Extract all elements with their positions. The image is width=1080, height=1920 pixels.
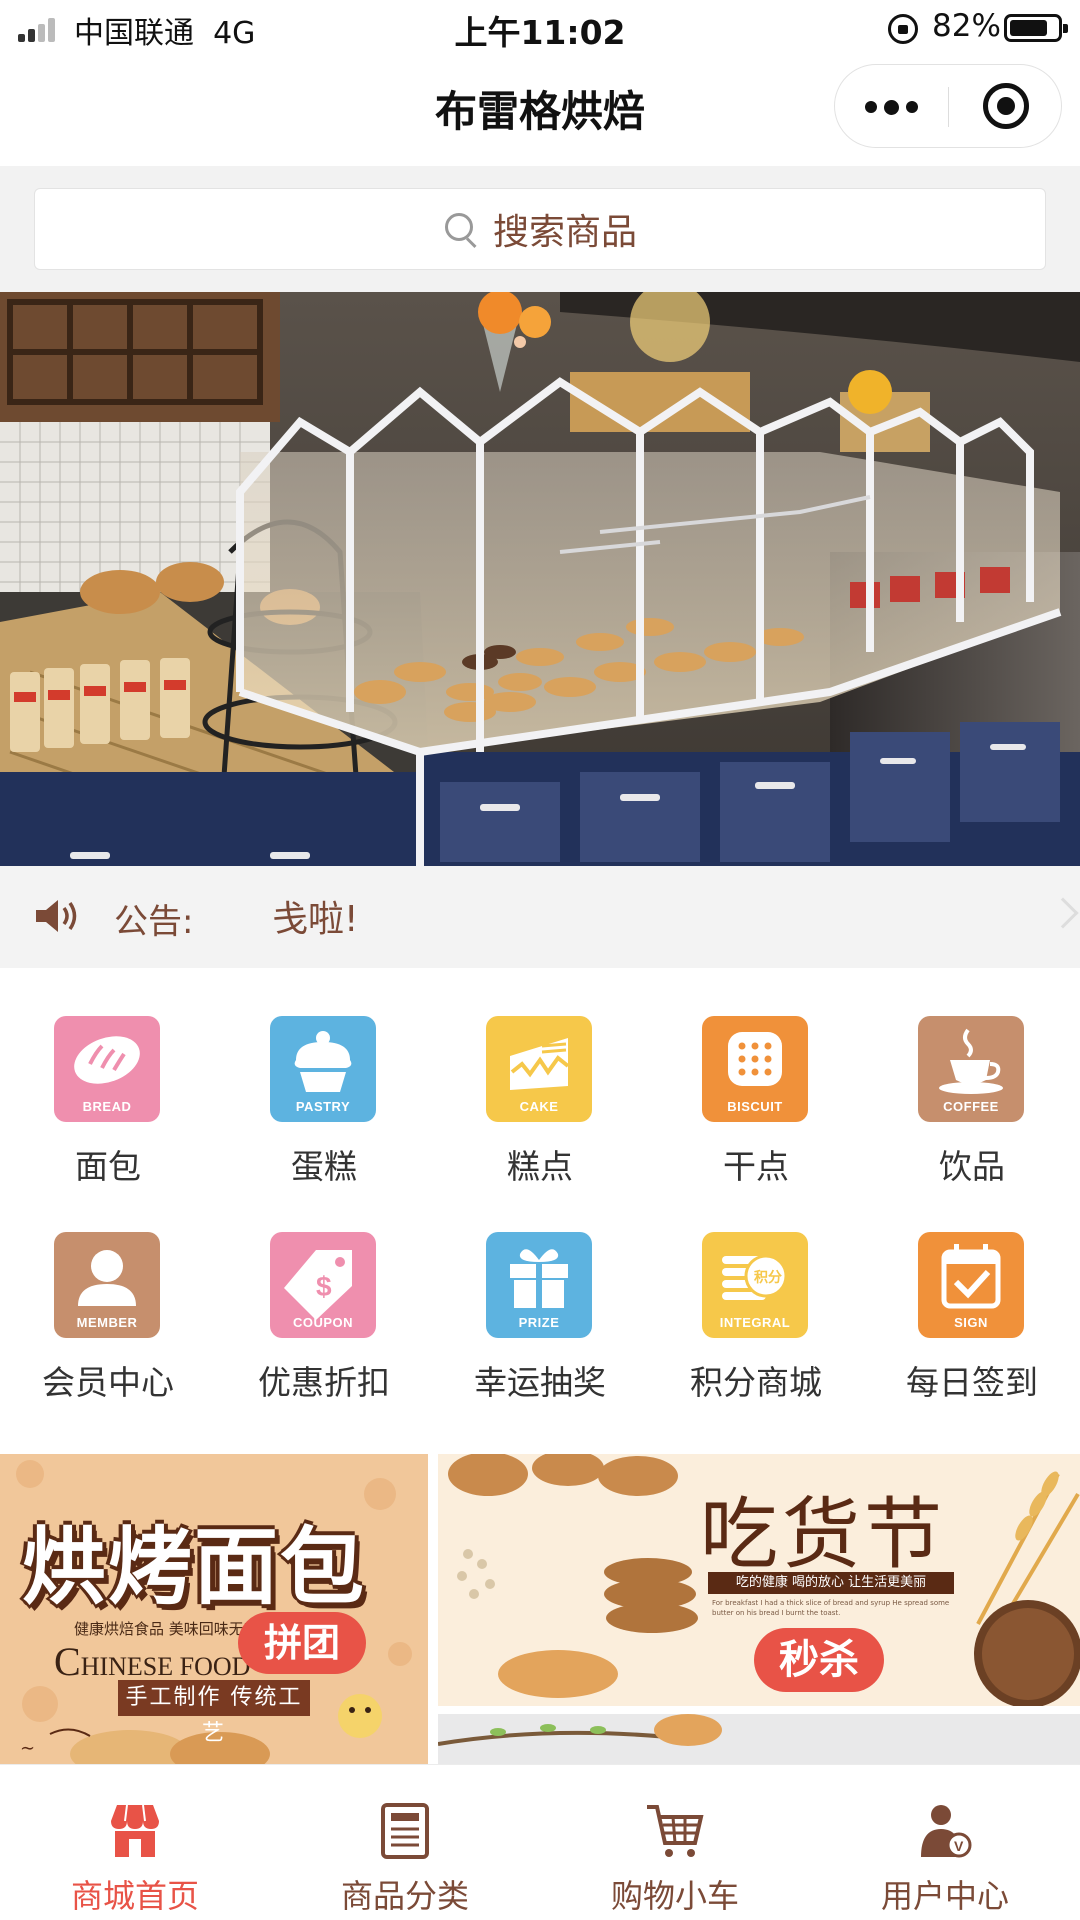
search-area: 搜索商品 bbox=[0, 166, 1080, 292]
dot-icon bbox=[884, 99, 899, 115]
dot-icon bbox=[865, 101, 877, 113]
category-bread[interactable]: BREAD 面包 bbox=[0, 968, 216, 1186]
mini-program-page: 中国联通 4G 上午11:02 82% 布雷格烘焙 搜索商品 公告: 戋啦! B… bbox=[0, 0, 1080, 1920]
category-label: 蛋糕 bbox=[291, 1147, 357, 1186]
category-label: 会员中心 bbox=[42, 1363, 174, 1402]
category-en-label: PASTRY bbox=[295, 1099, 351, 1114]
svg-text:积分: 积分 bbox=[754, 1269, 782, 1286]
bread-icon: BREAD bbox=[54, 1016, 160, 1122]
tab-shopping-cart[interactable]: 购物小车 bbox=[540, 1765, 810, 1920]
tab-user-center[interactable]: V 用户中心 bbox=[810, 1765, 1080, 1920]
dot-icon bbox=[906, 101, 918, 113]
banner-carousel[interactable] bbox=[0, 292, 1080, 866]
status-bar: 中国联通 4G 上午11:02 82% bbox=[0, 0, 1080, 56]
points-coin-icon: 积分 INTEGRAL bbox=[702, 1232, 808, 1338]
speaker-icon bbox=[36, 900, 77, 932]
category-pastry[interactable]: PASTRY 蛋糕 bbox=[216, 968, 432, 1186]
announcement-bar[interactable]: 公告: 戋啦! bbox=[0, 866, 1080, 968]
category-coupon[interactable]: $ COUPON 优惠折扣 bbox=[216, 1184, 432, 1402]
category-en-label: COUPON bbox=[292, 1315, 354, 1330]
category-en-label: BREAD bbox=[82, 1099, 132, 1114]
search-input[interactable]: 搜索商品 bbox=[34, 188, 1046, 270]
category-en-label: BISCUIT bbox=[727, 1099, 783, 1114]
tab-categories[interactable]: 商品分类 bbox=[270, 1765, 540, 1920]
category-en-label: COFFEE bbox=[943, 1099, 999, 1114]
category-label: 每日签到 bbox=[906, 1363, 1038, 1402]
category-label: 糕点 bbox=[507, 1147, 573, 1186]
flash-sale-badge: 秒杀 bbox=[754, 1628, 884, 1692]
category-coffee[interactable]: COFFEE 饮品 bbox=[864, 968, 1080, 1186]
list-icon bbox=[381, 1803, 429, 1859]
promo-baked-bread-group-buy[interactable]: ∼ 烘烤面包 健康烘焙食品 美味回味无穷 CHINESE FOOD 拼团 手工制… bbox=[0, 1454, 428, 1764]
search-icon bbox=[443, 211, 479, 247]
promo-left-title: 烘烤面包 bbox=[22, 1517, 367, 1616]
tab-label: 商城首页 bbox=[70, 1877, 199, 1915]
promo-banner-third[interactable] bbox=[438, 1714, 1080, 1764]
chevron-right-icon bbox=[1047, 897, 1079, 929]
announcement-text: 戋啦! bbox=[272, 899, 359, 940]
bottom-tab-bar: 商城首页 商品分类 购物小车 V 用户中心 bbox=[0, 1764, 1080, 1920]
coupon-tag-icon: $ COUPON bbox=[270, 1232, 376, 1338]
more-options-button[interactable] bbox=[835, 65, 948, 149]
store-icon bbox=[111, 1804, 159, 1857]
promotion-section: ∼ 烘烤面包 健康烘焙食品 美味回味无穷 CHINESE FOOD 拼团 手工制… bbox=[0, 1450, 1080, 1764]
category-en-label: CAKE bbox=[519, 1099, 559, 1114]
promo-left-tagline: 健康烘焙食品 美味回味无穷 bbox=[74, 1620, 259, 1638]
category-en-label: SIGN bbox=[954, 1315, 988, 1330]
user-icon: V bbox=[921, 1805, 972, 1858]
category-member[interactable]: MEMBER 会员中心 bbox=[0, 1184, 216, 1402]
svg-text:V: V bbox=[954, 1838, 964, 1854]
category-label: 优惠折扣 bbox=[258, 1363, 390, 1402]
bakery-display-photo bbox=[0, 292, 1080, 866]
member-icon: MEMBER bbox=[54, 1232, 160, 1338]
category-en-label: MEMBER bbox=[76, 1315, 138, 1330]
tab-label: 购物小车 bbox=[610, 1877, 739, 1915]
biscuit-icon: BISCUIT bbox=[702, 1016, 808, 1122]
navigation-bar: 布雷格烘焙 bbox=[0, 56, 1080, 166]
cupcake-icon: PASTRY bbox=[270, 1016, 376, 1122]
clock: 上午11:02 bbox=[454, 13, 626, 52]
cake-slice-icon: CAKE bbox=[486, 1016, 592, 1122]
category-en-label: INTEGRAL bbox=[719, 1315, 791, 1330]
battery-percent: 82% bbox=[932, 8, 1001, 44]
promo-left-english: CHINESE FOOD bbox=[54, 1639, 251, 1684]
promo-foodie-festival-flash-sale[interactable]: 吃货节 吃的健康 喝的放心 让生活更美丽 For breakfast I had… bbox=[438, 1454, 1080, 1706]
promo-left-ribbon: 手工制作 传统工艺 bbox=[118, 1680, 310, 1746]
tab-label: 商品分类 bbox=[340, 1877, 469, 1915]
promo-right-description: For breakfast I had a thick slice of bre… bbox=[712, 1599, 950, 1617]
category-integral[interactable]: 积分 INTEGRAL 积分商城 bbox=[648, 1184, 864, 1402]
announcement-label: 公告: bbox=[114, 902, 194, 942]
search-placeholder: 搜索商品 bbox=[492, 212, 637, 253]
svg-text:$: $ bbox=[316, 1271, 332, 1302]
coffee-icon: COFFEE bbox=[918, 1016, 1024, 1122]
cart-icon bbox=[647, 1805, 704, 1857]
category-biscuit[interactable]: BISCUIT 干点 bbox=[648, 968, 864, 1186]
promo-right-subtitle: 吃的健康 喝的放心 让生活更美丽 bbox=[708, 1572, 954, 1594]
category-grid: BREAD 面包 PASTRY 蛋糕 CAKE 糕点 BISCUIT 干点 CO… bbox=[0, 968, 1080, 1450]
category-label: 积分商城 bbox=[690, 1363, 822, 1402]
category-prize[interactable]: PRIZE 幸运抽奖 bbox=[432, 1184, 648, 1402]
tab-store-home[interactable]: 商城首页 bbox=[0, 1765, 270, 1920]
capsule-divider bbox=[948, 87, 949, 127]
category-sign[interactable]: SIGN 每日签到 bbox=[864, 1184, 1080, 1402]
category-label: 面包 bbox=[75, 1147, 141, 1186]
category-label: 干点 bbox=[723, 1147, 789, 1186]
category-label: 饮品 bbox=[939, 1147, 1005, 1186]
gift-icon: PRIZE bbox=[486, 1232, 592, 1338]
category-label: 幸运抽奖 bbox=[474, 1363, 606, 1402]
battery-icon bbox=[1004, 14, 1068, 42]
rotation-lock-icon bbox=[888, 14, 918, 44]
category-cake[interactable]: CAKE 糕点 bbox=[432, 968, 648, 1186]
svg-text:∼: ∼ bbox=[20, 1738, 35, 1759]
calendar-check-icon: SIGN bbox=[918, 1232, 1024, 1338]
tab-label: 用户中心 bbox=[880, 1877, 1009, 1915]
menu-capsule bbox=[834, 64, 1062, 148]
category-en-label: PRIZE bbox=[518, 1315, 560, 1330]
promo-right-title: 吃货节 bbox=[700, 1490, 947, 1580]
close-miniprogram-button[interactable] bbox=[983, 83, 1029, 129]
group-buy-badge: 拼团 bbox=[238, 1612, 366, 1674]
branch-decoration bbox=[438, 1714, 722, 1746]
